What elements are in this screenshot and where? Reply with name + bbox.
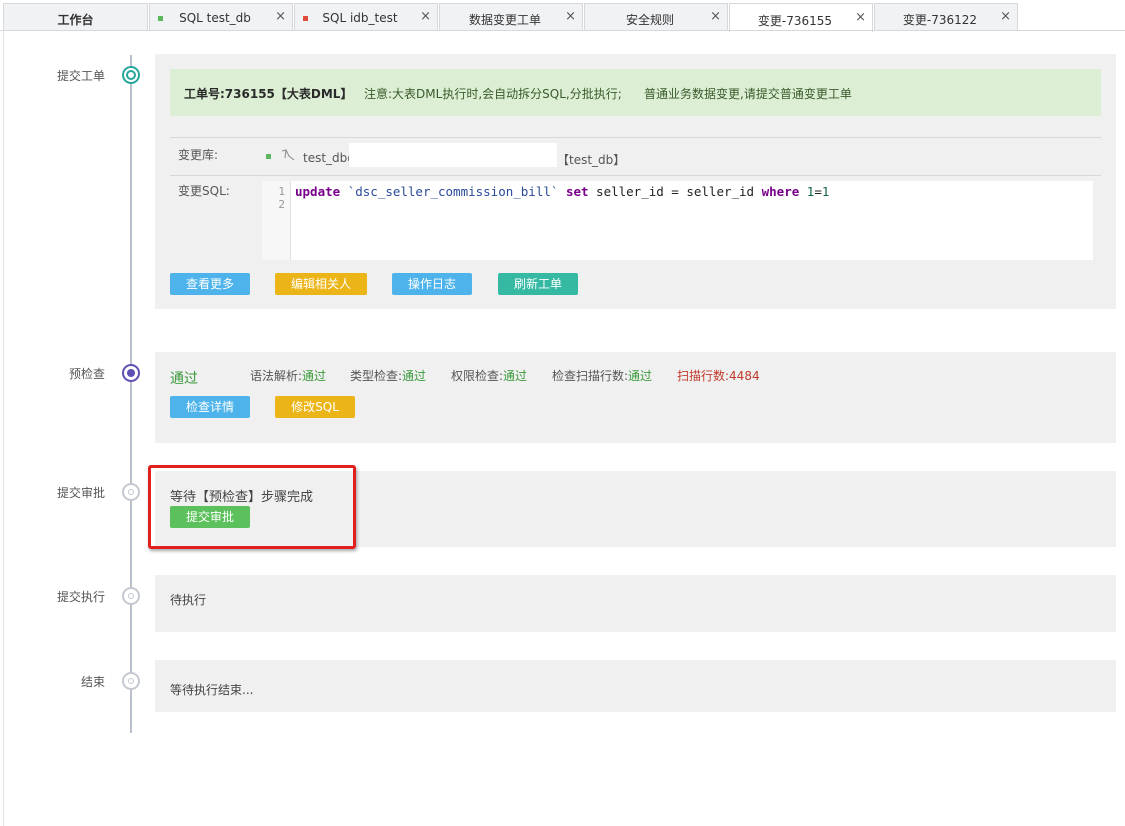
close-icon[interactable]: ×	[1000, 10, 1011, 24]
step-label-submit: 提交工单	[56, 69, 105, 83]
scan-rows: 扫描行数:4484	[677, 369, 760, 383]
sql-label: 变更SQL:	[178, 184, 230, 198]
precheck-item-value: 通过	[628, 369, 653, 383]
precheck-item-label: 权限检查:	[451, 369, 504, 383]
end-message: 等待执行结束...	[170, 683, 254, 697]
line-numbers: 1 2	[278, 185, 285, 211]
precheck-panel: 通过 语法解析:通过 类型检查:通过 权限检查:通过 检查扫描行数:通过 扫描行…	[155, 352, 1116, 443]
execute-message: 待执行	[170, 593, 207, 607]
node-dot	[128, 593, 134, 599]
tab-workbench[interactable]: 工作台	[3, 3, 148, 30]
tab-sql-idb-test[interactable]: SQL idb_test ×	[294, 3, 438, 30]
db-status-dot	[266, 154, 271, 159]
line-number: 1	[278, 185, 285, 198]
db-label: 变更库:	[178, 148, 219, 162]
close-icon[interactable]: ×	[420, 10, 431, 24]
sql-keyword: set	[565, 184, 589, 199]
step-label-execute: 提交执行	[56, 590, 105, 604]
tab-label: SQL idb_test	[322, 11, 398, 25]
ticket-id: 工单号:736155【大表DML】	[184, 87, 353, 101]
timeline-line	[130, 55, 132, 733]
highlight-box	[148, 465, 356, 549]
tab-change-736122[interactable]: 变更-736122 ×	[874, 3, 1018, 30]
step-label-precheck: 预检查	[68, 367, 105, 381]
precheck-item: 语法解析:通过	[250, 367, 326, 384]
sql-keyword: where	[761, 184, 800, 199]
close-icon[interactable]: ×	[710, 10, 721, 24]
step-label-approval: 提交审批	[56, 486, 105, 500]
precheck-status: 通过	[170, 371, 198, 387]
node-dot	[128, 489, 134, 495]
precheck-item: 权限检查:通过	[451, 367, 527, 384]
line-number: 2	[278, 198, 285, 211]
content-left-border	[3, 31, 4, 826]
precheck-item-label: 类型检查:	[350, 369, 403, 383]
redacted-host	[349, 143, 557, 167]
tab-change-736155[interactable]: 变更-736155 ×	[729, 3, 873, 32]
modify-sql-button[interactable]: 修改SQL	[275, 396, 355, 418]
close-icon[interactable]: ×	[275, 10, 286, 24]
node-dot	[126, 70, 136, 80]
check-detail-button[interactable]: 检查详情	[170, 396, 250, 418]
timeline-node-end	[122, 672, 140, 690]
timeline-node-submit	[122, 66, 140, 84]
timeline-node-execute	[122, 587, 140, 605]
db-schema: 【test_db】	[557, 153, 626, 167]
view-more-button[interactable]: 查看更多	[170, 273, 250, 295]
precheck-item-label: 检查扫描行数:	[552, 369, 629, 383]
sql-text: seller_id = seller_id	[596, 184, 755, 199]
precheck-item-value: 通过	[302, 369, 327, 383]
close-icon[interactable]: ×	[855, 11, 866, 25]
tab-sql-test-db[interactable]: SQL test_db ×	[149, 3, 293, 30]
sql-editor[interactable]: 1 2 update `dsc_seller_commission_bill` …	[262, 181, 1093, 260]
ticket-notice: 工单号:736155【大表DML】 注意:大表DML执行时,会自动拆分SQL,分…	[170, 69, 1101, 116]
precheck-item-value: 通过	[503, 369, 528, 383]
tab-label: 数据变更工单	[468, 13, 541, 27]
tab-label: 变更-736155	[757, 14, 833, 28]
tab-label: 工作台	[57, 13, 94, 27]
sql-keyword: update	[295, 184, 341, 199]
edit-related-button[interactable]: 编辑相关人	[275, 273, 367, 295]
ticket-panel: 工单号:736155【大表DML】 注意:大表DML执行时,会自动拆分SQL,分…	[155, 54, 1116, 309]
refresh-ticket-button[interactable]: 刷新工单	[498, 273, 578, 295]
sql-operator: =	[814, 184, 822, 199]
close-icon[interactable]: ×	[565, 10, 576, 24]
precheck-item: 类型检查:通过	[350, 367, 426, 384]
divider	[170, 175, 1101, 176]
sql-code: update `dsc_seller_commission_bill` set …	[295, 184, 829, 199]
divider	[170, 137, 1101, 138]
sql-number: 1	[821, 184, 830, 199]
node-dot	[127, 369, 135, 377]
tab-bar-divider	[0, 30, 1125, 31]
timeline-node-approval	[122, 483, 140, 501]
precheck-item-label: 语法解析:	[250, 369, 303, 383]
line-gutter: 1 2	[262, 181, 291, 260]
step-label-end: 结束	[80, 675, 105, 689]
sql-table: `dsc_seller_commission_bill`	[347, 184, 559, 199]
tab-data-change-ticket[interactable]: 数据变更工单 ×	[439, 3, 583, 30]
tab-label: 安全规则	[625, 13, 674, 27]
timeline-node-precheck	[122, 364, 140, 382]
notice-text: 普通业务数据变更,请提交普通变更工单	[644, 87, 852, 101]
operation-log-button[interactable]: 操作日志	[392, 273, 472, 295]
execute-panel: 待执行	[155, 575, 1116, 632]
notice-text: 注意:大表DML执行时,会自动拆分SQL,分批执行;	[364, 87, 622, 101]
tab-label: SQL test_db	[179, 11, 251, 25]
tab-label: 变更-736122	[902, 13, 978, 27]
node-dot	[128, 678, 134, 684]
end-panel: 等待执行结束...	[155, 660, 1116, 712]
tab-bar: 工作台 SQL test_db × SQL idb_test × 数据变更工单 …	[0, 0, 1125, 32]
precheck-item: 检查扫描行数:通过	[552, 367, 652, 384]
database-icon	[281, 149, 295, 164]
precheck-item-value: 通过	[402, 369, 427, 383]
tab-security-rules[interactable]: 安全规则 ×	[584, 3, 728, 30]
